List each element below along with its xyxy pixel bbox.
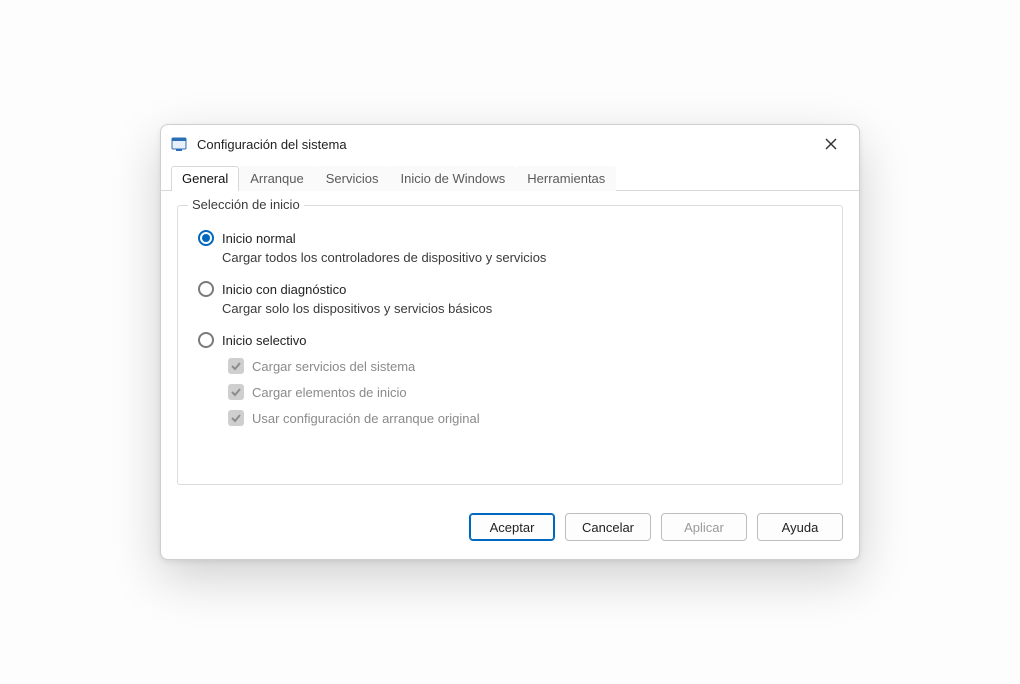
option-selectivo: Inicio selectivo Cargar servicios del si… (198, 332, 824, 426)
check-label: Cargar servicios del sistema (252, 359, 415, 374)
check-cargar-servicios: Cargar servicios del sistema (228, 358, 824, 374)
tab-bar: General Arranque Servicios Inicio de Win… (161, 163, 859, 191)
checkbox-icon (228, 410, 244, 426)
close-icon (825, 138, 837, 150)
msconfig-icon (171, 135, 189, 153)
checkbox-icon (228, 384, 244, 400)
window-title: Configuración del sistema (197, 137, 811, 152)
tab-herramientas[interactable]: Herramientas (516, 166, 616, 191)
startup-selection-group: Selección de inicio Inicio normal Cargar… (177, 205, 843, 485)
tab-general[interactable]: General (171, 166, 239, 191)
tab-content: Selección de inicio Inicio normal Cargar… (161, 191, 859, 499)
help-button[interactable]: Ayuda (757, 513, 843, 541)
cancel-button[interactable]: Cancelar (565, 513, 651, 541)
tab-inicio-windows[interactable]: Inicio de Windows (389, 166, 516, 191)
option-diagnostico: Inicio con diagnóstico Cargar solo los d… (198, 281, 824, 316)
ok-button[interactable]: Aceptar (469, 513, 555, 541)
option-desc: Cargar solo los dispositivos y servicios… (222, 301, 824, 316)
group-legend: Selección de inicio (188, 197, 304, 212)
tab-arranque[interactable]: Arranque (239, 166, 314, 191)
option-desc: Cargar todos los controladores de dispos… (222, 250, 824, 265)
check-cargar-inicio: Cargar elementos de inicio (228, 384, 824, 400)
check-label: Cargar elementos de inicio (252, 385, 407, 400)
radio-icon (198, 332, 214, 348)
checkbox-icon (228, 358, 244, 374)
option-normal: Inicio normal Cargar todos los controlad… (198, 230, 824, 265)
radio-icon (198, 281, 214, 297)
apply-button: Aplicar (661, 513, 747, 541)
radio-label: Inicio normal (222, 231, 296, 246)
check-arranque-original: Usar configuración de arranque original (228, 410, 824, 426)
radio-inicio-diagnostico[interactable]: Inicio con diagnóstico (198, 281, 824, 297)
radio-label: Inicio selectivo (222, 333, 307, 348)
check-label: Usar configuración de arranque original (252, 411, 480, 426)
radio-icon (198, 230, 214, 246)
dialog-footer: Aceptar Cancelar Aplicar Ayuda (161, 499, 859, 559)
radio-label: Inicio con diagnóstico (222, 282, 346, 297)
radio-inicio-normal[interactable]: Inicio normal (198, 230, 824, 246)
titlebar: Configuración del sistema (161, 125, 859, 163)
tab-servicios[interactable]: Servicios (315, 166, 390, 191)
radio-inicio-selectivo[interactable]: Inicio selectivo (198, 332, 824, 348)
system-config-window: Configuración del sistema General Arranq… (160, 124, 860, 560)
selective-checklist: Cargar servicios del sistema Cargar elem… (228, 358, 824, 426)
close-button[interactable] (811, 129, 851, 159)
